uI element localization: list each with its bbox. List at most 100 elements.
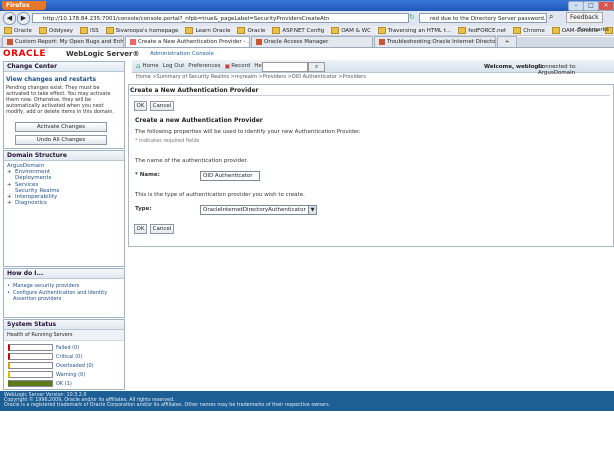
divider (130, 95, 610, 96)
health-bar (8, 344, 53, 351)
forward-button[interactable]: ▶ (17, 12, 30, 25)
manage-security-providers-link[interactable]: Manage security providers (13, 283, 79, 289)
name-input[interactable]: OID Authenticator (200, 171, 260, 181)
new-tab-button[interactable]: + (497, 36, 517, 47)
view-changes-link[interactable]: View changes and restarts (6, 76, 96, 83)
bookmark-item[interactable]: fedFORCE.net (458, 27, 506, 34)
bookmark-item[interactable]: Traversing an HTML t... (378, 27, 451, 34)
bookmark-item[interactable]: Learn Oracle (185, 27, 230, 34)
page-blank-area (0, 411, 614, 453)
health-status-row: Overloaded (0) (8, 362, 120, 369)
back-button[interactable]: ◀ (3, 12, 16, 25)
change-center-title: Change Center (4, 62, 124, 72)
preferences-link[interactable]: Preferences (188, 63, 220, 69)
logout-link[interactable]: Log Out (163, 63, 185, 69)
record-icon: ▣ (224, 62, 231, 70)
type-help-text: This is the type of authentication provi… (135, 192, 305, 198)
tab-troubleshooting-oid[interactable]: Troubleshooting Oracle Internet Director… (374, 36, 496, 47)
how-do-i-panel: How do I... • Manage security providers •… (3, 268, 125, 318)
console-subtitle: Administration Console (150, 51, 214, 57)
bookmark-item[interactable]: ASP.NET Config (272, 27, 324, 34)
bookmark-item[interactable]: Oddysey (38, 27, 73, 34)
record-link[interactable]: Record (231, 63, 250, 69)
console-search-input[interactable] (262, 62, 308, 72)
expand-icon[interactable]: + (7, 200, 13, 206)
domain-tree: ArgusDomain + Environment Deployments + Serv… (4, 161, 124, 208)
bookmark-list: Oracle Oddysey ISS Sivaroopa's homepage Lear… (4, 27, 614, 34)
maximize-button[interactable]: □ (583, 1, 599, 11)
ok-button-top[interactable]: OK (134, 101, 147, 111)
required-fields-note: * Indicates required fields (135, 138, 200, 144)
console-footer: WebLogic Server Version: 10.3.2.0 Copyri… (0, 391, 614, 411)
console-search-button[interactable]: ⌕ (308, 62, 325, 72)
bookmark-item[interactable]: Oracle (4, 27, 32, 34)
tree-item[interactable]: + Diagnostics (7, 200, 121, 206)
undo-all-changes-button[interactable]: Undo All Changes (15, 135, 107, 145)
reload-icon[interactable]: ↻ (409, 13, 415, 21)
close-window-button[interactable]: × (598, 1, 614, 11)
bullet-icon: • (7, 290, 10, 296)
tree-item-label: Diagnostics (15, 200, 47, 207)
bookmark-label: Oracle (14, 27, 32, 34)
health-bar (8, 353, 53, 360)
ok-button-bottom[interactable]: OK (134, 224, 147, 234)
folder-icon (551, 27, 560, 34)
health-status-row: Failed (0) (8, 344, 120, 351)
firefox-menu-button[interactable]: Firefox (2, 1, 46, 10)
activate-changes-button[interactable]: Activate Changes (15, 122, 107, 132)
health-bar (8, 362, 53, 369)
health-bar-fill (10, 381, 52, 386)
home-link[interactable]: Home (142, 63, 158, 69)
folder-icon (105, 27, 114, 34)
tree-items: + Environment Deployments + Services Security… (7, 169, 121, 206)
health-status-row: Critical (0) (8, 353, 120, 360)
expand-icon[interactable]: + (7, 169, 13, 175)
domain-structure-panel: Domain Structure ArgusDomain + Environmen… (3, 150, 125, 267)
health-status-link[interactable]: Overloaded (0) (56, 363, 94, 369)
bookmarks-menu[interactable]: Bookmarks (578, 27, 609, 33)
cancel-button-top[interactable]: Cancel (150, 101, 174, 111)
cancel-button-bottom[interactable]: Cancel (150, 224, 174, 234)
bookmark-item[interactable]: Oracle (237, 27, 265, 34)
type-label: Type: (135, 206, 152, 212)
folder-icon (458, 27, 467, 34)
bookmark-item[interactable]: Sivaroopa's homepage (105, 27, 178, 34)
tab-create-auth-provider[interactable]: Create a New Authentication Provider - .… (125, 36, 250, 47)
window-titlebar (0, 0, 614, 11)
search-input[interactable]: red due to the Directory Server password… (419, 13, 547, 23)
health-subtitle: Health of Running Servers (4, 330, 124, 341)
tab-custom-report[interactable]: Custom Report: My Open Bugs and Enhan... (2, 36, 124, 47)
bookmark-item[interactable]: ISS (79, 27, 99, 34)
main-content-panel (128, 84, 614, 247)
name-help-text: The name of the authentication provider. (135, 158, 249, 164)
health-status-link[interactable]: OK (1) (56, 381, 72, 387)
bookmark-item[interactable]: Chrome (513, 27, 545, 34)
chevron-down-icon[interactable]: ▼ (308, 206, 316, 214)
tab-oracle-access-manager[interactable]: Oracle Access Manager (251, 36, 373, 47)
form-description: The following properties will be used to… (135, 129, 361, 135)
folder-icon (4, 27, 12, 34)
minimize-button[interactable]: – (568, 1, 584, 11)
breadcrumb: Home >Summary of Security Realms >myreal… (136, 74, 366, 80)
health-status-row: Warning (0) (8, 371, 120, 378)
system-status-title: System Status (4, 320, 124, 330)
health-status-link[interactable]: Critical (0) (56, 354, 82, 360)
expand-icon[interactable]: + (7, 182, 13, 188)
bookmark-label: Oddysey (48, 27, 73, 34)
search-icon[interactable]: ⌕ (549, 12, 553, 22)
folder-icon (185, 27, 194, 34)
type-select[interactable]: OracleInternetDirectoryAuthenticator ▼ (200, 205, 317, 215)
health-status-link[interactable]: Failed (0) (56, 345, 79, 351)
feedback-button[interactable]: Feedback (566, 12, 603, 23)
trademark-text: Oracle is a registered trademark of Orac… (4, 403, 331, 408)
configure-providers-link[interactable]: Configure Authentication and Identity As… (13, 290, 113, 302)
address-bar[interactable]: http://10.178.84.235:7001/console/consol… (32, 13, 409, 23)
bookmark-label: ISS (89, 27, 99, 34)
health-status-link[interactable]: Warning (0) (56, 372, 85, 378)
welcome-text: Welcome, weblogic (484, 64, 544, 70)
bookmark-item[interactable]: OAM & WC (331, 27, 371, 34)
page-icon (379, 39, 385, 45)
bookmark-label: fedFORCE.net (468, 27, 507, 34)
how-do-i-title: How do I... (4, 269, 124, 279)
section-title: Create a new Authentication Provider (135, 117, 263, 124)
